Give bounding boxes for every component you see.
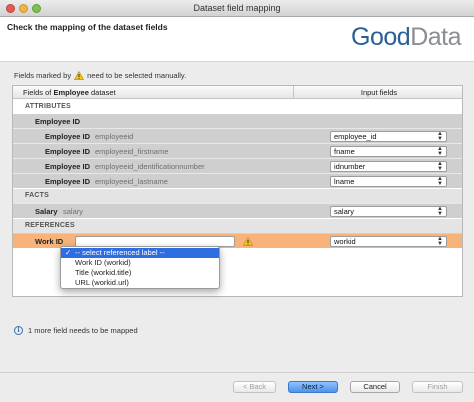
- page-title: Check the mapping of the dataset fields: [7, 22, 168, 32]
- select-arrows-icon: ▲ ▼: [437, 176, 443, 187]
- select-arrows-icon: ▲ ▼: [437, 161, 443, 172]
- info-icon: i: [14, 326, 23, 335]
- section-references: REFERENCES: [13, 219, 462, 233]
- row-label: Employee ID: [45, 177, 91, 186]
- window-title: Dataset field mapping: [193, 3, 281, 13]
- wizard-footer: < Back Next > Cancel Finish: [0, 372, 474, 402]
- row-label: Salary: [35, 207, 58, 216]
- column-header-input-fields: Input fields: [293, 86, 464, 99]
- input-field-select[interactable]: employee_id ▲ ▼: [330, 131, 447, 142]
- input-field-select[interactable]: idnumber ▲ ▼: [330, 161, 447, 172]
- row-field-name: employeeid: [95, 132, 134, 141]
- window-titlebar: Dataset field mapping: [0, 0, 474, 17]
- input-field-select[interactable]: lname ▲ ▼: [330, 176, 447, 187]
- row-label: Employee ID: [45, 147, 91, 156]
- warning-icon: [243, 237, 253, 246]
- input-field-select[interactable]: workid ▲ ▼: [330, 236, 447, 247]
- row-field-name: employeeid_identificationnumber: [95, 162, 205, 171]
- select-arrows-icon: ▲ ▼: [437, 131, 443, 142]
- manual-selection-notice: Fields marked by need to be selected man…: [14, 71, 186, 80]
- notice-prefix: Fields marked by: [14, 71, 72, 80]
- table-row: Employee ID employeeid_lastname lname ▲ ▼: [13, 173, 462, 188]
- section-facts: FACTS: [13, 189, 462, 203]
- column-header-fields: Fields of Employee dataset: [23, 88, 116, 97]
- notice-suffix: need to be selected manually.: [87, 71, 187, 80]
- table-row: Employee ID employeeid employee_id ▲ ▼: [13, 128, 462, 143]
- row-label: Employee ID: [45, 162, 91, 171]
- group-employee-id: Employee ID: [13, 114, 462, 128]
- wizard-body: Fields marked by need to be selected man…: [0, 62, 474, 372]
- table-row: Employee ID employeeid_identificationnum…: [13, 158, 462, 173]
- menu-item[interactable]: URL (workid.url): [61, 278, 219, 288]
- cancel-button[interactable]: Cancel: [350, 381, 400, 393]
- row-label: Work ID: [35, 237, 64, 246]
- table-row: Salary salary salary ▲ ▼: [13, 203, 462, 218]
- input-field-select[interactable]: salary ▲ ▼: [330, 206, 447, 217]
- mapping-status: i 1 more field needs to be mapped: [14, 326, 138, 335]
- row-field-name: employeeid_firstname: [95, 147, 169, 156]
- row-field-name: salary: [63, 207, 84, 216]
- menu-item[interactable]: Title (workid.title): [61, 268, 219, 278]
- warning-icon: [74, 71, 85, 80]
- section-attributes: ATTRIBUTES: [13, 100, 462, 114]
- select-arrows-icon: ▲ ▼: [437, 146, 443, 157]
- select-arrows-icon: ▲ ▼: [437, 206, 443, 217]
- table-row: Employee ID employeeid_firstname fname ▲ ▼: [13, 143, 462, 158]
- input-field-select[interactable]: fname ▲ ▼: [330, 146, 447, 157]
- next-button[interactable]: Next >: [288, 381, 338, 393]
- row-field-name: employeeid_lastname: [95, 177, 168, 186]
- table-header: Fields of Employee dataset Input fields: [13, 86, 462, 99]
- wizard-header: Check the mapping of the dataset fields …: [0, 17, 474, 62]
- menu-item[interactable]: ✓ -- select referenced label --: [61, 248, 219, 258]
- finish-button[interactable]: Finish: [412, 381, 463, 393]
- row-label: Employee ID: [45, 132, 91, 141]
- gooddata-logo: GoodData: [351, 23, 461, 51]
- mapping-status-text: 1 more field needs to be mapped: [28, 326, 138, 335]
- select-arrows-icon: ▲ ▼: [437, 236, 443, 247]
- checkmark-icon: ✓: [65, 248, 72, 257]
- referenced-label-menu: ✓ -- select referenced label -- Work ID (…: [60, 246, 220, 289]
- back-button[interactable]: < Back: [233, 381, 276, 393]
- menu-item[interactable]: Work ID (workid): [61, 258, 219, 268]
